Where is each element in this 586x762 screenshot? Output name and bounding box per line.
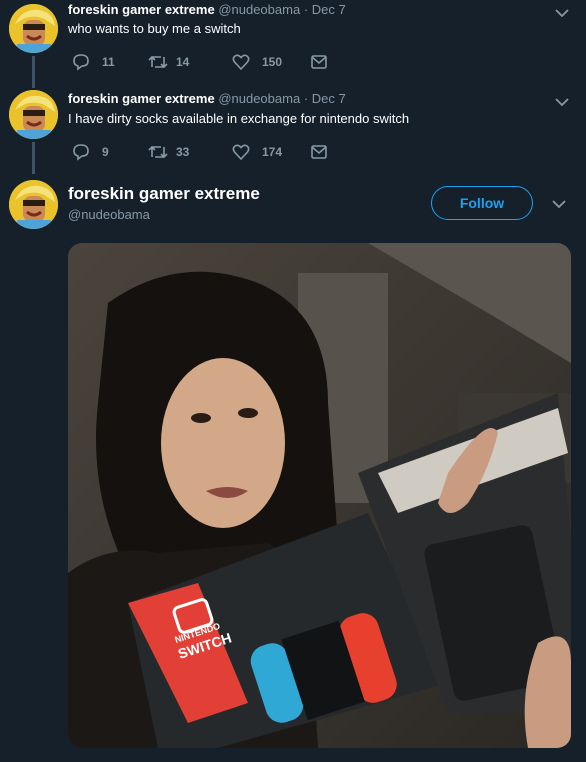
avatar-cartoon-image — [9, 180, 58, 229]
follow-button[interactable]: Follow — [431, 186, 533, 220]
avatar[interactable] — [9, 90, 58, 139]
like-count: 150 — [262, 55, 283, 69]
reply-count: 11 — [102, 55, 115, 69]
author-handle[interactable]: @nudeobama — [218, 2, 300, 17]
envelope-icon — [311, 145, 327, 159]
author-display-name[interactable]: foreskin gamer extreme — [68, 91, 215, 106]
photo-illustration: NINTENDO SWITCH — [68, 243, 571, 748]
reply-icon — [73, 144, 89, 161]
reply-button[interactable]: 11 — [72, 52, 115, 72]
like-button[interactable]: 150 — [232, 52, 282, 72]
retweet-button[interactable]: 33 — [148, 142, 189, 162]
thread-connector-line — [32, 56, 35, 88]
author-name[interactable]: foreskin gamer extreme @nudeobama · Dec … — [68, 91, 346, 106]
tweet-text: who wants to buy me a switch — [68, 21, 241, 36]
thread-tweet-1[interactable]: foreskin gamer extreme @nudeobama · Dec … — [0, 0, 586, 88]
tweet-date[interactable]: · Dec 7 — [304, 91, 346, 106]
tweet-photo[interactable]: NINTENDO SWITCH — [68, 243, 571, 748]
retweet-count: 33 — [176, 145, 190, 159]
like-count: 174 — [262, 145, 283, 159]
chevron-down-icon[interactable] — [553, 6, 571, 20]
author-name[interactable]: foreskin gamer extreme @nudeobama · Dec … — [68, 2, 346, 17]
envelope-icon — [311, 55, 327, 69]
direct-message-button[interactable] — [310, 142, 328, 162]
author-display-name[interactable]: foreskin gamer extreme — [68, 184, 260, 204]
retweet-count: 14 — [176, 55, 190, 69]
like-button[interactable]: 174 — [232, 142, 282, 162]
heart-icon — [232, 54, 250, 71]
retweet-icon — [148, 145, 168, 159]
direct-message-button[interactable] — [310, 52, 328, 72]
retweet-icon — [148, 55, 168, 69]
chevron-down-icon[interactable] — [550, 197, 568, 211]
reply-count: 9 — [102, 145, 109, 159]
tweet-actions: 11 14 150 — [68, 52, 368, 72]
author-handle[interactable]: @nudeobama — [218, 91, 300, 106]
avatar-cartoon-image — [9, 90, 58, 139]
avatar-cartoon-image — [9, 4, 58, 53]
chevron-down-icon[interactable] — [553, 95, 571, 109]
avatar[interactable] — [9, 180, 58, 229]
reply-button[interactable]: 9 — [72, 142, 109, 162]
tweet-actions: 9 33 174 — [68, 142, 368, 162]
author-handle[interactable]: @nudeobama — [68, 207, 150, 222]
tweet-date[interactable]: · Dec 7 — [304, 2, 346, 17]
author-display-name[interactable]: foreskin gamer extreme — [68, 2, 215, 17]
heart-icon — [232, 144, 250, 161]
tweet-text: I have dirty socks available in exchange… — [68, 111, 410, 126]
thread-connector-line — [32, 142, 35, 174]
avatar[interactable] — [9, 4, 58, 53]
reply-icon — [73, 54, 89, 71]
thread-tweet-2[interactable]: foreskin gamer extreme @nudeobama · Dec … — [0, 88, 586, 176]
retweet-button[interactable]: 14 — [148, 52, 189, 72]
